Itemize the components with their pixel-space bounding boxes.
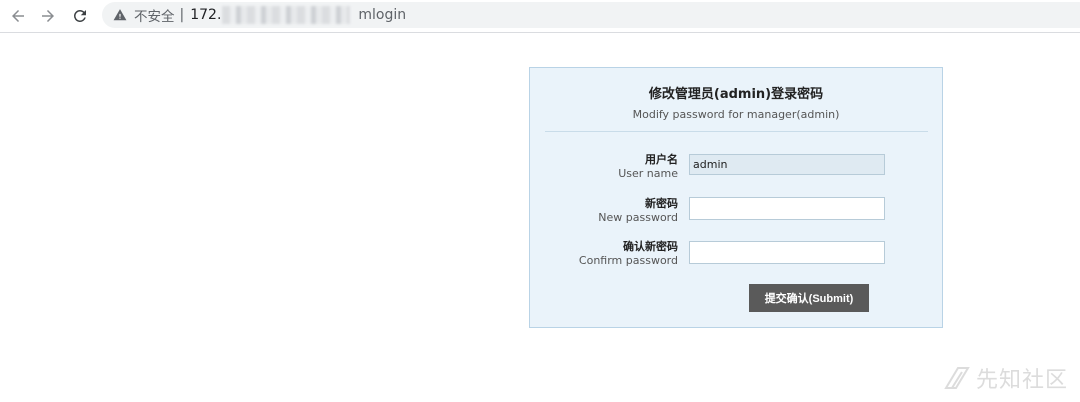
- watermark-logo-icon: [944, 367, 970, 389]
- confirm-password-label: 确认新密码 Confirm password: [579, 240, 678, 268]
- forward-arrow-icon[interactable]: [36, 4, 60, 28]
- username-label-en: User name: [618, 167, 678, 180]
- submit-button[interactable]: 提交确认(Submit): [749, 284, 869, 312]
- blurred-url-segment: [222, 6, 351, 24]
- confirm-password-label-en: Confirm password: [578, 254, 678, 267]
- panel-subtitle: Modify password for manager(admin): [632, 108, 840, 121]
- warning-triangle-icon[interactable]: [113, 8, 127, 22]
- confirm-password-field[interactable]: [689, 241, 885, 264]
- confirm-password-label-cn: 确认新密码: [623, 240, 678, 253]
- username-label-cn: 用户名: [645, 153, 678, 166]
- watermark-text: 先知社区: [975, 368, 1068, 393]
- panel-title: 修改管理员(admin)登录密码: [648, 87, 824, 102]
- url-separator: |: [179, 7, 185, 23]
- address-bar[interactable]: 不安全 | 172. mlogin: [102, 2, 1080, 28]
- new-password-label-en: New password: [598, 211, 678, 224]
- url-host: 172.: [190, 7, 222, 23]
- new-password-label: 新密码 New password: [598, 197, 678, 225]
- change-password-panel: 修改管理员(admin)登录密码 Modify password for man…: [529, 67, 943, 328]
- username-label: 用户名 User name: [618, 153, 678, 181]
- browser-toolbar: 不安全 | 172. mlogin: [0, 0, 1080, 33]
- reload-icon[interactable]: [68, 4, 92, 28]
- watermark: 先知社区: [944, 362, 1068, 394]
- divider: [545, 131, 928, 132]
- new-password-field[interactable]: [689, 197, 885, 220]
- back-arrow-icon[interactable]: [6, 4, 30, 28]
- new-password-label-cn: 新密码: [645, 197, 678, 210]
- insecure-label: 不安全: [134, 9, 175, 25]
- page-content: 修改管理员(admin)登录密码 Modify password for man…: [0, 33, 1080, 402]
- url-path: mlogin: [358, 7, 407, 23]
- username-field[interactable]: [689, 154, 885, 175]
